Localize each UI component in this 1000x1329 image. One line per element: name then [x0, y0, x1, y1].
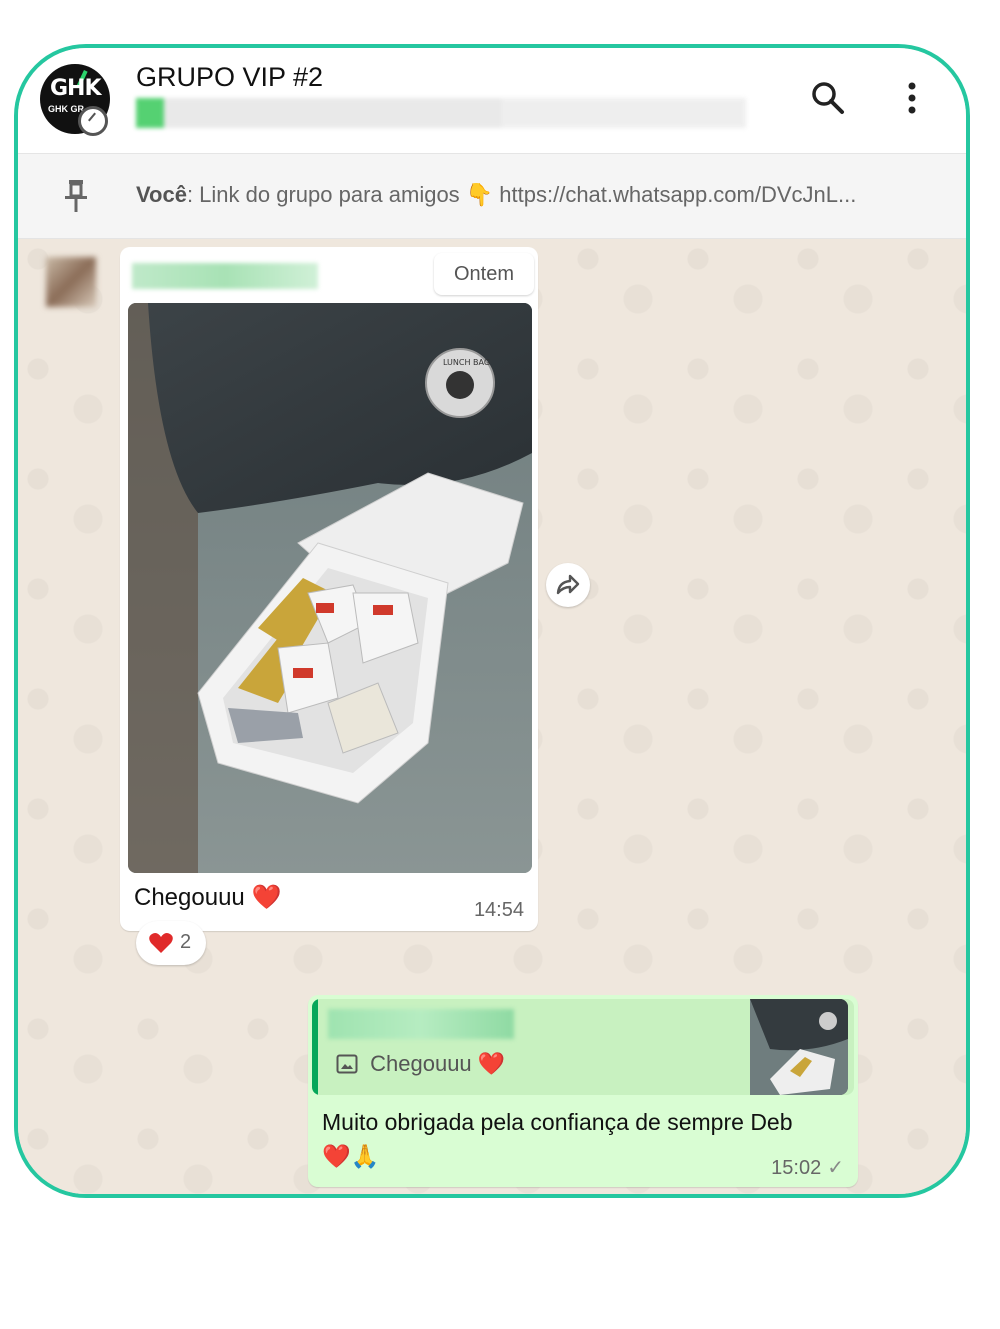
- message-text: Muito obrigada pela confiança de sempre …: [322, 1105, 832, 1173]
- message-time-status: 15:02 ✓: [771, 1155, 844, 1180]
- reaction-badge[interactable]: 2: [136, 921, 206, 965]
- search-icon[interactable]: [806, 76, 850, 120]
- heart-emoji: ❤️: [251, 884, 282, 911]
- incoming-message[interactable]: Ontem LUNCH BAG Chegouuu ❤️ 14:54: [120, 247, 538, 931]
- heart-icon: [148, 931, 174, 960]
- reaction-count: 2: [180, 931, 192, 953]
- sender-name-blurred: [132, 263, 318, 289]
- avatar-logo-subtext: GHK GR: [48, 104, 84, 114]
- sent-time: 15:02: [771, 1157, 822, 1179]
- pin-icon: [62, 178, 90, 214]
- date-chip: Ontem: [434, 253, 534, 295]
- quoted-text: Chegouuu ❤️: [336, 1051, 505, 1077]
- quoted-caption: Chegouuu: [370, 1051, 472, 1076]
- sent-check-icon: ✓: [827, 1157, 844, 1179]
- chat-area: Ontem LUNCH BAG Chegouuu ❤️ 14:54 2 Cheg…: [18, 239, 966, 1194]
- pinned-message-bar[interactable]: Você: Link do grupo para amigos 👇 https:…: [18, 154, 966, 239]
- message-emojis: ❤️🙏: [322, 1143, 380, 1169]
- bag-label: LUNCH BAG: [443, 358, 490, 367]
- pinned-sender: Você: [136, 182, 187, 207]
- pinned-message-text: Você: Link do grupo para amigos 👇 https:…: [136, 182, 926, 208]
- quoted-message[interactable]: Chegouuu ❤️: [312, 999, 854, 1095]
- message-photo[interactable]: LUNCH BAG: [128, 303, 532, 873]
- pinned-body: : Link do grupo para amigos 👇 https://ch…: [186, 182, 857, 207]
- forward-icon[interactable]: [546, 563, 590, 607]
- message-time: 14:54: [473, 899, 524, 921]
- outgoing-message[interactable]: Chegouuu ❤️ Muito obrigada pela confianç…: [308, 995, 858, 1187]
- photo-caption: Chegouuu ❤️: [134, 883, 281, 912]
- quote-accent-bar: [312, 999, 318, 1095]
- quoted-sender-blurred: [328, 1009, 514, 1039]
- status-clock-icon: [78, 106, 108, 136]
- chat-header: GHK GHK GR GRUPO VIP #2: [18, 48, 966, 154]
- quoted-heart-emoji: ❤️: [477, 1051, 506, 1076]
- group-title[interactable]: GRUPO VIP #2: [136, 62, 323, 93]
- caption-text: Chegouuu: [134, 884, 245, 911]
- image-icon: [336, 1051, 370, 1076]
- sender-avatar-blurred[interactable]: [46, 257, 96, 307]
- phone-frame: GHK GHK GR GRUPO VIP #2 Você: Link do gr…: [14, 44, 970, 1198]
- participants-list-blurred: [136, 98, 746, 128]
- message-body: Muito obrigada pela confiança de sempre …: [322, 1109, 793, 1135]
- avatar-logo-text: GHK: [50, 76, 102, 101]
- more-options-icon[interactable]: [890, 76, 934, 120]
- quoted-photo-thumbnail: [750, 999, 848, 1095]
